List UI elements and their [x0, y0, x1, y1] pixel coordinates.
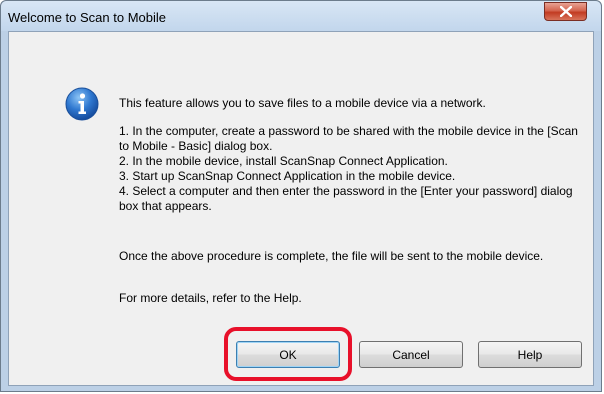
ok-button[interactable]: OK	[236, 341, 340, 368]
close-button[interactable]	[544, 2, 587, 21]
step-4-text: 4. Select a computer and then enter the …	[119, 184, 573, 213]
completion-text: Once the above procedure is complete, th…	[119, 249, 544, 263]
step-1-text: 1. In the computer, create a password to…	[119, 124, 578, 153]
cancel-button[interactable]: Cancel	[359, 341, 463, 368]
window-title: Welcome to Scan to Mobile	[8, 10, 166, 25]
help-reference-text: For more details, refer to the Help.	[119, 291, 302, 305]
close-icon	[560, 6, 572, 17]
intro-text: This feature allows you to save files to…	[119, 96, 486, 110]
step-2-text: 2. In the mobile device, install ScanSna…	[119, 154, 448, 168]
info-icon	[65, 87, 99, 121]
help-button[interactable]: Help	[478, 341, 582, 368]
title-bar[interactable]: Welcome to Scan to Mobile	[1, 1, 601, 31]
steps-list: 1. In the computer, create a password to…	[119, 124, 589, 214]
step-3-text: 3. Start up ScanSnap Connect Application…	[119, 169, 456, 183]
